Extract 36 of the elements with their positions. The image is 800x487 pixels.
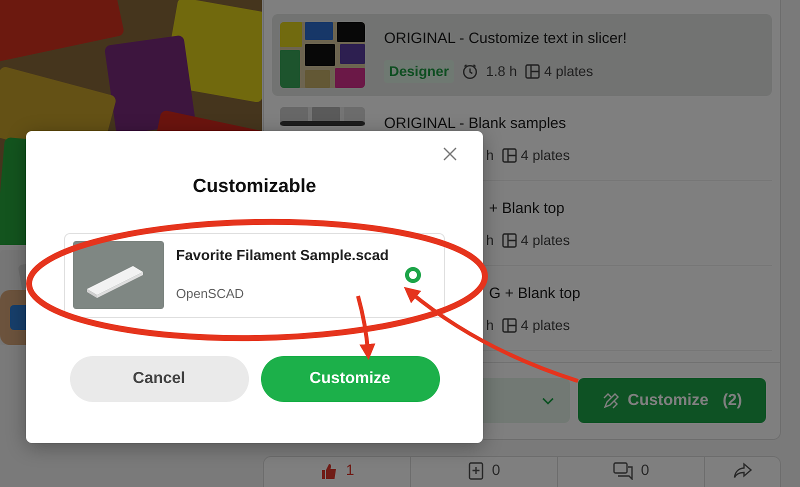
- pencil-ruler-icon: [602, 392, 620, 410]
- print-time: h: [486, 316, 494, 334]
- profile-row[interactable]: ORIGINAL - Customize text in slicer! Designer 1.8 h 4 plates: [272, 14, 772, 96]
- add-file-icon: [468, 462, 484, 480]
- print-time: h: [486, 146, 494, 164]
- radio-button[interactable]: [405, 267, 421, 283]
- file-option[interactable]: Favorite Filament Sample.scad OpenSCAD: [64, 232, 445, 318]
- plate-count: 4 plates: [520, 146, 570, 165]
- stat-button[interactable]: 1: [264, 457, 411, 487]
- plate-count: 4 plates: [520, 230, 570, 250]
- annotation-arrow: [356, 295, 376, 360]
- thumbs-up-icon: [320, 462, 338, 480]
- plates-icon: [502, 318, 517, 332]
- stat-button[interactable]: 0: [558, 457, 705, 487]
- print-time: h: [486, 230, 494, 250]
- profile-title: ORIGINAL - Customize text in slicer!: [384, 29, 627, 49]
- file-type: OpenSCAD: [176, 285, 245, 304]
- customize-button[interactable]: Customize: [260, 356, 440, 402]
- profile-title: G + Blank top: [489, 284, 580, 304]
- profile-title: + Blank top: [489, 199, 566, 219]
- plates-icon: [525, 64, 540, 78]
- plates-icon: [502, 148, 517, 162]
- chevron-down-icon: [542, 396, 554, 404]
- plates-icon: [502, 232, 517, 248]
- comment-icon: [612, 462, 633, 480]
- plate-count: 4 plates: [520, 316, 570, 335]
- profile-title: ORIGINAL - Blank samples: [384, 114, 567, 134]
- customize-button[interactable]: Customize (2): [578, 378, 766, 423]
- share-icon: [732, 462, 752, 480]
- clock-icon: [462, 63, 478, 79]
- plate-count: 4 plates: [544, 62, 594, 81]
- print-time: 1.8 h: [486, 62, 518, 80]
- cancel-button[interactable]: Cancel: [70, 356, 248, 402]
- close-button[interactable]: [442, 146, 458, 162]
- stat-button[interactable]: 0: [411, 457, 558, 487]
- designer-tag: Designer: [384, 60, 454, 82]
